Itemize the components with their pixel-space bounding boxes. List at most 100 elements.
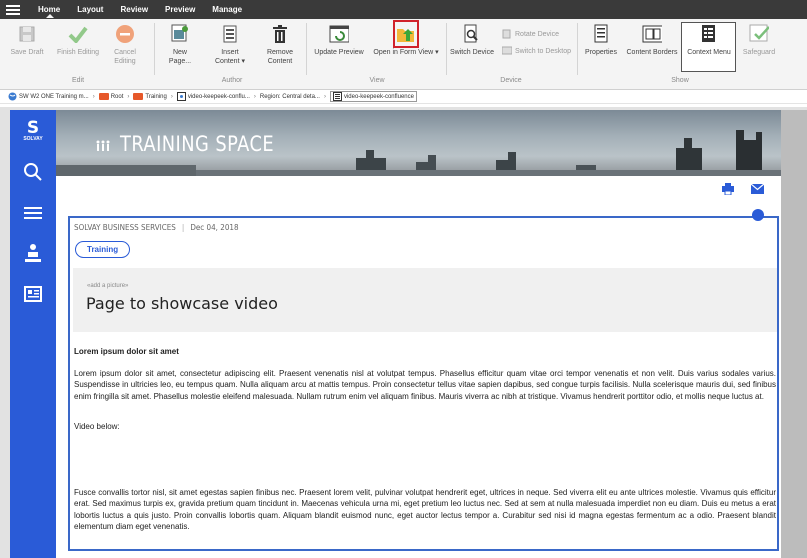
open-in-form-view-button[interactable]: Open in Form View ▾: [370, 20, 442, 57]
ribbon: Save Draft Finish Editing Cancel Editing…: [0, 19, 807, 90]
breadcrumb-label: Region: Central deta...: [259, 93, 320, 100]
breadcrumb-item-site[interactable]: SW W2 ONE Training m...: [8, 92, 89, 101]
new-page-label: New Page...: [168, 49, 192, 65]
breadcrumb-separator-icon: ›: [253, 93, 256, 100]
breadcrumb-item-root[interactable]: Root: [98, 93, 124, 100]
content-borders-label: Content Borders: [626, 49, 678, 56]
save-draft-label: Save Draft: [10, 49, 44, 56]
group-label-view: View: [369, 77, 385, 84]
meta-divider: |: [181, 223, 185, 232]
cancel-editing-button[interactable]: Cancel Editing: [108, 23, 142, 66]
group-label-author: Author: [221, 77, 243, 84]
menu-home[interactable]: Home: [38, 5, 60, 18]
desktop-icon: [502, 46, 512, 55]
email-icon[interactable]: [751, 184, 764, 194]
menu-icon[interactable]: [10, 206, 56, 220]
trash-icon: [270, 23, 290, 45]
news-icon[interactable]: [10, 286, 56, 302]
hero-banner: TRAINING SPACE: [56, 110, 781, 176]
breadcrumb-item-region[interactable]: Region: Central deta...: [260, 94, 320, 100]
content-icon: [332, 92, 342, 101]
rotate-device-button[interactable]: Rotate Device: [502, 29, 559, 39]
breadcrumb-separator-icon: ›: [323, 93, 326, 100]
video-label: Video below:: [74, 422, 120, 431]
breadcrumb-label: Training: [145, 93, 167, 100]
folder-icon: [98, 93, 109, 100]
device-search-icon: [462, 23, 482, 45]
finish-editing-button[interactable]: Finish Editing: [53, 23, 103, 57]
hamburger-menu-icon[interactable]: [6, 0, 20, 19]
article-paragraph-2: Fusce convallis tortor nisl, sit amet eg…: [74, 488, 776, 531]
content-menu-handle-icon[interactable]: [752, 209, 764, 221]
save-draft-button[interactable]: Save Draft: [6, 23, 48, 57]
page-title: Page to showcase video: [86, 294, 278, 313]
banner-title: TRAINING SPACE: [120, 132, 275, 156]
context-menu-icon: [699, 23, 719, 45]
menu-review[interactable]: Review: [120, 5, 148, 14]
breadcrumb-separator-icon: ›: [127, 93, 130, 100]
breadcrumb-item-page[interactable]: video-keepeek-conflu...: [176, 92, 250, 101]
rotate-device-label: Rotate Device: [515, 30, 559, 38]
switch-to-desktop-button[interactable]: Switch to Desktop: [502, 46, 571, 56]
solvay-logo[interactable]: S SOLVAY: [10, 120, 56, 143]
switch-device-button[interactable]: Switch Device: [448, 23, 496, 57]
breadcrumb-separator-icon: ›: [92, 93, 95, 100]
group-label-device: Device: [500, 77, 522, 84]
checkmark-icon: [68, 23, 88, 45]
ribbon-separator: [446, 23, 447, 75]
group-label-show: Show: [671, 77, 689, 84]
insert-content-label: Insert Content ▾: [215, 49, 245, 65]
menu-manage[interactable]: Manage: [212, 5, 242, 14]
rotate-icon: [502, 29, 511, 39]
search-icon[interactable]: [10, 162, 56, 182]
content-borders-button[interactable]: Content Borders: [624, 23, 680, 57]
safeguard-button[interactable]: Safeguard: [738, 23, 780, 57]
switch-to-desktop-label: Switch to Desktop: [515, 47, 572, 55]
switch-device-label: Switch Device: [450, 49, 494, 56]
ribbon-separator: [154, 23, 155, 75]
remove-content-label: Remove Content: [266, 49, 294, 65]
menu-layout[interactable]: Layout: [77, 5, 103, 14]
cancel-editing-label: Cancel Editing: [114, 49, 136, 65]
new-page-button[interactable]: New Page...: [163, 23, 197, 66]
breadcrumb-separator-icon: ›: [170, 93, 173, 100]
top-menu-bar: Home Layout Review Preview Manage: [0, 0, 807, 19]
open-folder-icon: [393, 20, 419, 48]
article-heading: Lorem ipsum dolor sit amet: [74, 347, 179, 356]
open-in-form-view-label: Open in Form View ▾: [373, 49, 439, 56]
print-icon[interactable]: [722, 183, 734, 195]
update-preview-label: Update Preview: [314, 49, 364, 56]
breadcrumb-label: SW W2 ONE Training m...: [19, 93, 89, 100]
insert-content-button[interactable]: Insert Content ▾: [210, 23, 250, 66]
folder-icon: [133, 93, 144, 100]
page-icon: [176, 92, 186, 101]
article-source: SOLVAY BUSINESS SERVICES: [74, 223, 176, 232]
breadcrumb-label: video-keepeek-conflu...: [187, 93, 250, 100]
site-sidebar: S SOLVAY: [10, 110, 56, 558]
context-menu-button[interactable]: Context Menu: [682, 23, 736, 57]
ribbon-separator: [577, 23, 578, 75]
breadcrumb-item-training[interactable]: Training: [133, 93, 167, 100]
ribbon-separator: [306, 23, 307, 75]
training-person-icon[interactable]: [10, 243, 56, 263]
cancel-circle-icon: [115, 23, 135, 45]
content-borders-icon: [642, 23, 662, 45]
article-meta: SOLVAY BUSINESS SERVICES | Dec 04, 2018: [74, 223, 239, 232]
add-picture-link[interactable]: «add a picture»: [87, 283, 128, 289]
remove-content-button[interactable]: Remove Content: [262, 23, 298, 66]
floppy-disk-icon: [17, 23, 37, 45]
new-page-icon: [170, 23, 190, 45]
article-date: Dec 04, 2018: [190, 223, 239, 232]
category-tag[interactable]: Training: [75, 241, 131, 258]
finish-editing-label: Finish Editing: [56, 49, 100, 56]
safeguard-label: Safeguard: [742, 49, 776, 56]
menu-preview[interactable]: Preview: [165, 5, 195, 14]
update-preview-icon: [329, 23, 349, 45]
group-label-edit: Edit: [71, 77, 85, 84]
properties-button[interactable]: Properties: [580, 23, 622, 57]
breadcrumb-label: Root: [110, 93, 124, 100]
update-preview-button[interactable]: Update Preview: [310, 23, 368, 57]
title-block: «add a picture» Page to showcase video: [73, 268, 777, 332]
properties-label: Properties: [585, 49, 617, 56]
breadcrumb-item-current[interactable]: video-keepeek-confluence: [329, 91, 417, 102]
